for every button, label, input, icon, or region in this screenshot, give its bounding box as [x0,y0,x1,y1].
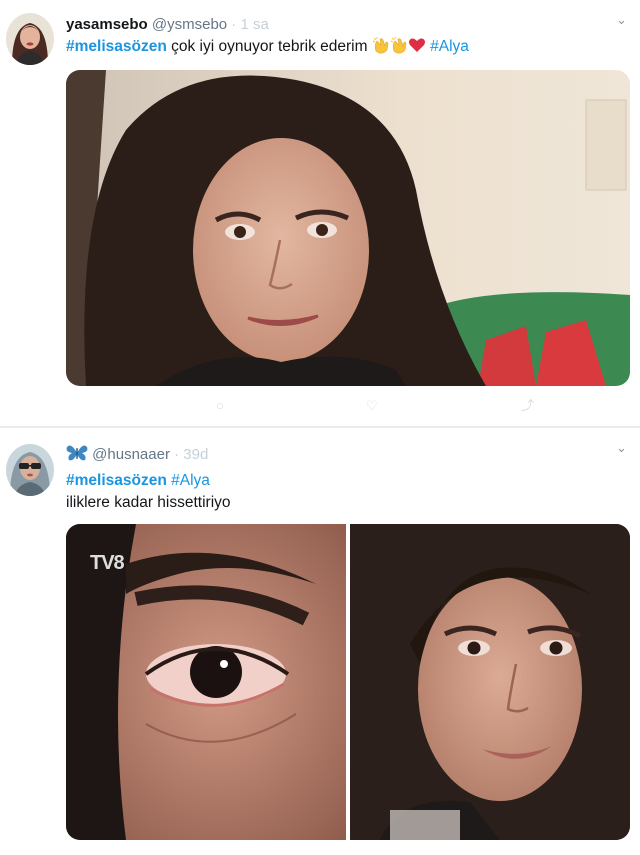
share-icon[interactable]: ⤴ [521,398,537,414]
display-name[interactable]: yasamsebo [66,16,148,33]
hashtag-link[interactable]: #Alya [167,472,210,489]
tweet-image[interactable] [66,70,630,386]
avatar[interactable] [6,444,54,496]
tweet-body: çok iyi oynuyor tebrik ederim [166,38,372,55]
butterfly-icon [66,444,88,469]
handle[interactable]: @ysmsebo [152,16,227,33]
like-icon[interactable]: ♡ [366,398,382,414]
timestamp[interactable]: 39d [183,446,208,463]
hashtag-link[interactable]: #melisasözen [66,472,167,489]
separator: · [227,16,241,33]
tweet-image-face[interactable] [350,524,630,840]
clapping-hands-icon [372,36,390,61]
handle[interactable]: @husnaaer [92,446,170,463]
tweet-header: yasamsebo @ysmsebo · 1 sa [66,14,269,36]
tweet-text-line2: iliklere kadar hissettiriyo [66,494,231,511]
hashtag-link[interactable]: #melisasözen [66,38,167,55]
separator: · [169,446,184,463]
hashtag-link[interactable]: #Alya [426,38,469,55]
chevron-down-icon[interactable]: ⌄ [616,13,628,26]
tv8-watermark: TV8 [90,552,125,574]
tweet-1[interactable]: yasamsebo @ysmsebo · 1 sa ⌄ #melisasözen… [0,0,640,426]
red-heart-icon [408,36,426,61]
tweet-text: #melisasözen çok iyi oynuyor tebrik eder… [66,36,469,61]
tweet-image-eye[interactable]: TV8 [66,524,346,840]
avatar[interactable] [6,13,54,65]
tweet-actions: ○ ♡ ⤴ [66,398,546,418]
tweet-2[interactable]: @husnaaer · 39d ⌄ #melisasözen #Alya ili… [0,428,640,855]
chevron-down-icon[interactable]: ⌄ [616,441,628,454]
tweet-image-grid: TV8 [66,524,630,840]
tweet-text: #melisasözen #Alya [66,470,210,492]
tweet-header: @husnaaer · 39d [66,444,208,466]
timestamp[interactable]: 1 sa [240,16,268,33]
clapping-hands-icon [390,36,408,61]
reply-icon[interactable]: ○ [216,398,232,414]
